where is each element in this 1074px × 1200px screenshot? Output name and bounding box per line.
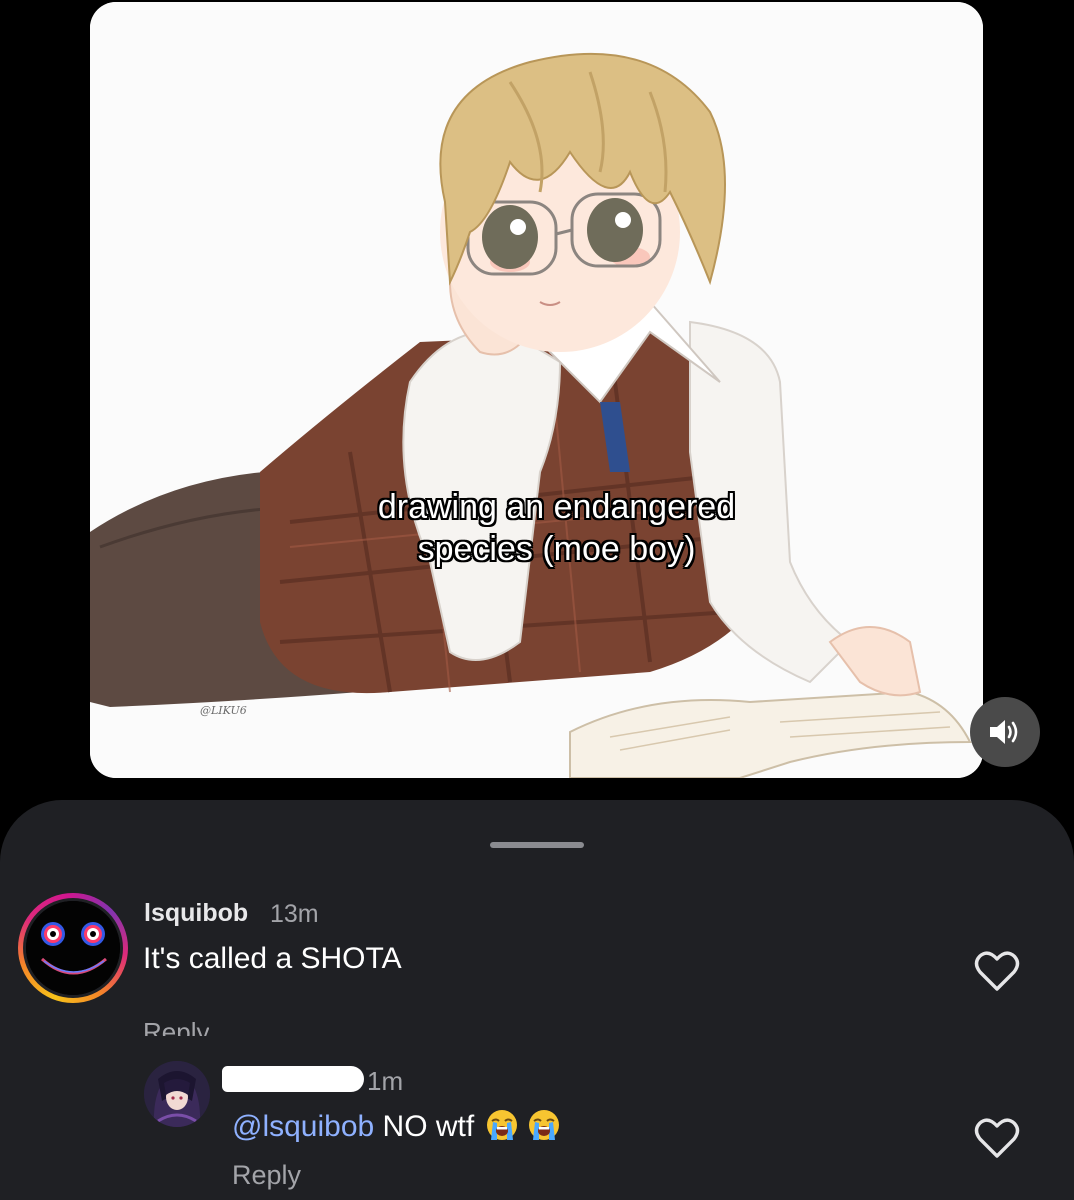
redacted-username xyxy=(222,1066,364,1092)
comment-text: It's called a SHOTA xyxy=(143,942,402,975)
reply-button[interactable]: Reply xyxy=(232,1160,301,1191)
loudly-crying-face-icon xyxy=(486,1110,517,1140)
comment-text: @lsquibob NO wtf xyxy=(232,1108,561,1144)
reply-button[interactable]: Reply xyxy=(143,1016,209,1036)
anime-boy-illustration xyxy=(90,2,983,778)
caption-line-2: species (moe boy) xyxy=(417,530,696,568)
avatar-story-ring[interactable] xyxy=(18,893,128,1003)
comment-timestamp: 1m xyxy=(367,1066,404,1096)
heart-outline-icon[interactable] xyxy=(974,1116,1020,1160)
sheet-drag-handle[interactable] xyxy=(490,842,584,848)
app-screen: drawing an endangered species (moe boy) … xyxy=(0,0,1074,1200)
video-player[interactable]: drawing an endangered species (moe boy) … xyxy=(90,2,983,778)
caption-line-1: drawing an endangered xyxy=(377,488,736,526)
mention-link[interactable]: @lsquibob xyxy=(232,1110,374,1143)
avatar xyxy=(26,901,120,995)
avatar[interactable] xyxy=(144,1061,210,1127)
heart-outline-icon[interactable] xyxy=(974,949,1020,993)
comment-timestamp: 13m xyxy=(270,900,319,928)
video-caption: drawing an endangered species (moe boy) xyxy=(90,486,983,570)
comment-username[interactable]: lsquibob xyxy=(144,899,248,928)
loudly-crying-face-icon xyxy=(528,1110,559,1140)
comment-body: NO wtf xyxy=(374,1110,475,1143)
volume-button[interactable] xyxy=(970,697,1040,767)
anime-avatar-image xyxy=(144,1061,210,1127)
volume-on-icon xyxy=(990,720,1018,744)
artist-watermark: @LIKU6 xyxy=(200,704,247,717)
creepy-smile-avatar-image xyxy=(26,901,120,995)
